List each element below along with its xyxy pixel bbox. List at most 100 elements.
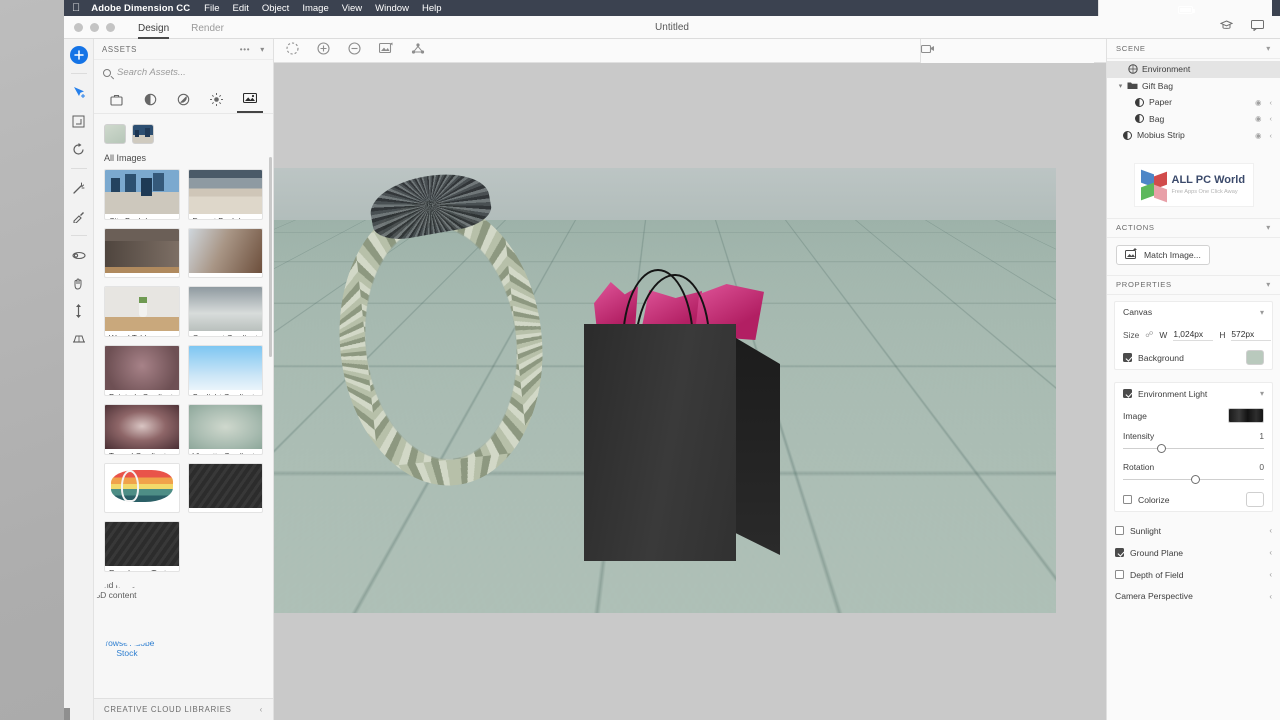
depth-of-field-checkbox[interactable] bbox=[1115, 570, 1124, 579]
height-input[interactable]: 572px bbox=[1231, 329, 1271, 341]
properties-collapse-chevron-icon[interactable]: ▾ bbox=[1266, 280, 1271, 289]
visibility-icon[interactable]: ◉ bbox=[1255, 98, 1262, 107]
environment-image-swatch[interactable] bbox=[132, 124, 154, 144]
image-select-icon[interactable] bbox=[379, 42, 393, 60]
chevron-right-icon[interactable]: ‹ bbox=[260, 705, 263, 714]
learn-tutorials-icon[interactable] bbox=[1220, 18, 1233, 36]
rotation-value[interactable]: 0 bbox=[1259, 462, 1264, 472]
sunlight-chevron-icon[interactable]: ‹ bbox=[1269, 526, 1272, 535]
orbit-tool[interactable] bbox=[66, 241, 92, 269]
tab-design[interactable]: Design bbox=[138, 24, 169, 39]
environment-image-thumbnail[interactable] bbox=[1228, 408, 1264, 423]
camera-bookmark-icon[interactable] bbox=[921, 42, 1094, 60]
asset-card[interactable]: Metallic Texture bbox=[188, 463, 264, 514]
scale-tool[interactable] bbox=[66, 107, 92, 135]
colorize-color-swatch[interactable] bbox=[1246, 492, 1264, 507]
depth-of-field-chevron-icon[interactable]: ‹ bbox=[1269, 570, 1272, 579]
rotation-slider-knob[interactable] bbox=[1191, 475, 1200, 484]
select-move-tool[interactable] bbox=[66, 79, 92, 107]
battery-icon[interactable] bbox=[1178, 6, 1193, 14]
expand-chevron-icon[interactable]: ▾ bbox=[1115, 82, 1126, 90]
category-materials[interactable] bbox=[170, 89, 196, 113]
add-selection-icon[interactable] bbox=[317, 42, 330, 60]
subtract-selection-icon[interactable] bbox=[348, 42, 361, 60]
assets-scrollbar[interactable] bbox=[269, 157, 272, 357]
environment-color-swatch[interactable] bbox=[104, 124, 126, 144]
menu-image[interactable]: Image bbox=[302, 3, 328, 14]
category-models[interactable] bbox=[137, 89, 163, 113]
asset-card[interactable]: Table bbox=[188, 228, 264, 279]
magic-wand-tool[interactable] bbox=[66, 174, 92, 202]
asset-card[interactable]: Tunnel Gradient bbox=[104, 404, 180, 455]
chevron-right-icon[interactable]: ‹ bbox=[1270, 114, 1273, 123]
scene-item-bag[interactable]: Bag ◉‹ bbox=[1107, 111, 1280, 128]
environment-light-checkbox[interactable] bbox=[1123, 389, 1132, 398]
creative-cloud-libraries-panel[interactable]: CREATIVE CLOUD LIBRARIES ‹ bbox=[94, 698, 273, 720]
browse-adobe-stock-link[interactable]: Browse Adobe Stock bbox=[94, 638, 160, 688]
minimize-window-button[interactable] bbox=[90, 23, 99, 32]
asset-card[interactable]: Gallery bbox=[104, 228, 180, 279]
asset-card[interactable]: Brand Logo bbox=[104, 463, 180, 514]
camera-perspective-chevron-icon[interactable]: ‹ bbox=[1269, 592, 1272, 601]
scene-collapse-chevron-icon[interactable]: ▾ bbox=[1266, 44, 1271, 53]
visibility-icon[interactable]: ◉ bbox=[1255, 114, 1262, 123]
colorize-checkbox[interactable] bbox=[1123, 495, 1132, 504]
menu-edit[interactable]: Edit bbox=[232, 3, 248, 14]
scene-item-environment[interactable]: Environment bbox=[1107, 61, 1280, 78]
intensity-value[interactable]: 1 bbox=[1259, 431, 1264, 441]
apple-menu-icon[interactable]:  bbox=[72, 3, 80, 14]
menu-file[interactable]: File bbox=[204, 3, 219, 14]
scene-item-paper[interactable]: Paper ◉‹ bbox=[1107, 94, 1280, 111]
canvas-collapse-chevron-icon[interactable]: ▾ bbox=[1260, 308, 1264, 317]
category-lights[interactable] bbox=[204, 89, 230, 113]
rotation-slider-track[interactable] bbox=[1123, 473, 1264, 487]
category-starter-assets[interactable] bbox=[104, 89, 130, 113]
artboard-canvas[interactable] bbox=[274, 168, 1056, 613]
sunlight-checkbox[interactable] bbox=[1115, 526, 1124, 535]
background-color-swatch[interactable] bbox=[1246, 350, 1264, 365]
menu-help[interactable]: Help bbox=[422, 3, 442, 14]
category-images[interactable] bbox=[237, 89, 263, 113]
dolly-tool[interactable] bbox=[66, 297, 92, 325]
search-input[interactable] bbox=[117, 67, 264, 78]
link-aspect-ratio-icon[interactable]: ☍ bbox=[1145, 330, 1153, 339]
background-checkbox[interactable] bbox=[1123, 353, 1132, 362]
scene-item-gift-bag[interactable]: ▾ Gift Bag bbox=[1107, 78, 1280, 95]
environment-light-chevron-icon[interactable]: ▾ bbox=[1260, 389, 1264, 398]
zoom-window-button[interactable] bbox=[106, 23, 115, 32]
chevron-right-icon[interactable]: ‹ bbox=[1270, 98, 1273, 107]
menu-window[interactable]: Window bbox=[375, 3, 409, 14]
camera-tool[interactable] bbox=[66, 325, 92, 353]
scene-item-mobius-strip[interactable]: Mobius Strip ◉‹ bbox=[1107, 127, 1280, 144]
intensity-slider-track[interactable] bbox=[1123, 442, 1264, 456]
menu-object[interactable]: Object bbox=[262, 3, 289, 14]
marquee-select-icon[interactable] bbox=[286, 42, 299, 60]
assets-collapse-chevron-icon[interactable]: ▾ bbox=[260, 45, 265, 54]
match-image-button[interactable]: Match Image... bbox=[1116, 245, 1210, 265]
asset-card[interactable]: Roughness Texture bbox=[104, 521, 180, 572]
eyedropper-tool[interactable] bbox=[66, 202, 92, 230]
gift-bag-object[interactable] bbox=[584, 296, 779, 561]
snap-icon[interactable] bbox=[411, 42, 425, 60]
tab-render[interactable]: Render bbox=[191, 24, 224, 39]
visibility-icon[interactable]: ◉ bbox=[1255, 131, 1262, 140]
asset-card[interactable]: Desert Backdrop bbox=[188, 169, 264, 220]
asset-card[interactable]: Wood Table bbox=[104, 286, 180, 337]
ground-plane-checkbox[interactable] bbox=[1115, 548, 1124, 557]
asset-card[interactable]: Overcast Gradient bbox=[188, 286, 264, 337]
add-object-tool[interactable] bbox=[70, 46, 88, 64]
close-window-button[interactable] bbox=[74, 23, 83, 32]
camera-perspective-row[interactable]: Camera Perspective ‹ bbox=[1107, 586, 1280, 607]
comments-icon[interactable] bbox=[1251, 18, 1264, 36]
menu-view[interactable]: View bbox=[342, 3, 362, 14]
width-input[interactable]: 1,024px bbox=[1173, 329, 1213, 341]
menubar-app-name[interactable]: Adobe Dimension CC bbox=[91, 3, 190, 14]
ground-plane-chevron-icon[interactable]: ‹ bbox=[1269, 548, 1272, 557]
asset-card[interactable]: Vignette Gradient bbox=[188, 404, 264, 455]
window-controls[interactable] bbox=[64, 23, 115, 32]
viewport-stage[interactable] bbox=[274, 63, 1106, 720]
hand-pan-tool[interactable] bbox=[66, 269, 92, 297]
actions-collapse-chevron-icon[interactable]: ▾ bbox=[1266, 223, 1271, 232]
asset-card[interactable]: City Backdrop bbox=[104, 169, 180, 220]
assets-overflow-menu-icon[interactable]: ••• bbox=[240, 45, 251, 54]
